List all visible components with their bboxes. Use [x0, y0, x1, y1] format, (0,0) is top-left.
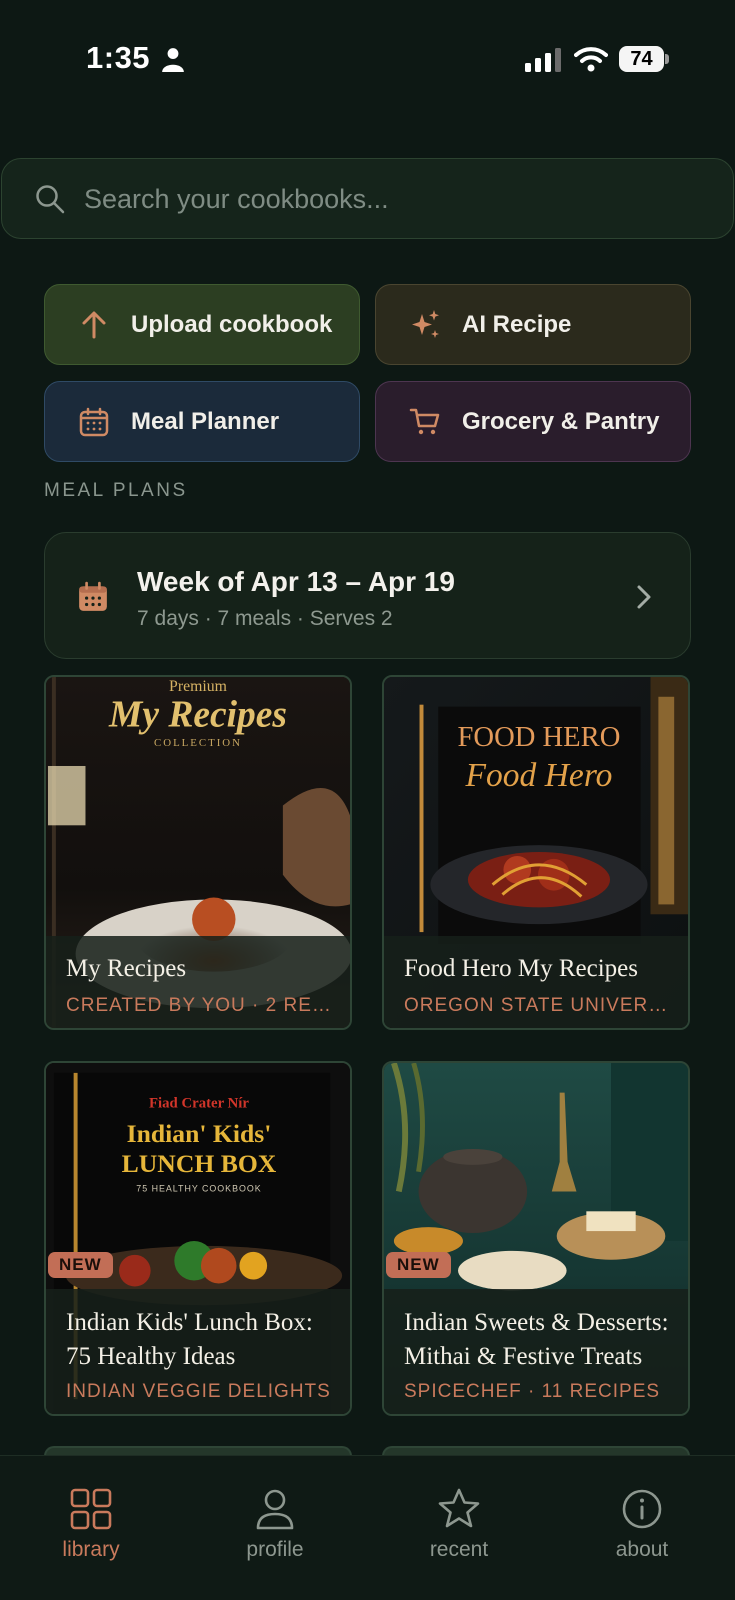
- meal-plan-subtitle: 7 days · 7 meals · Serves 2: [137, 607, 393, 630]
- cover-author-text: Fiad Crater Nír: [149, 1095, 249, 1111]
- person-icon: [256, 1489, 294, 1530]
- meal-planner-label: Meal Planner: [131, 407, 280, 435]
- sparkles-icon: [408, 308, 442, 342]
- meal-plan-card[interactable]: Week of Apr 13 – Apr 19 7 days · 7 meals…: [44, 532, 691, 659]
- cover-subtitle-text: Food Hero: [465, 757, 613, 794]
- cookbook-card[interactable]: FOOD HERO Food Hero Food Hero My Recipes…: [382, 675, 690, 1030]
- cookbook-meta: SPICECHEF · 11 RECIPES: [404, 1381, 661, 1402]
- search-input[interactable]: [84, 177, 684, 221]
- chevron-right-icon: [637, 585, 651, 609]
- cover-title-text: My Recipes: [108, 694, 287, 735]
- grid-icon: [70, 1488, 112, 1530]
- tab-library[interactable]: library: [21, 1486, 161, 1562]
- meal-plan-title: Week of Apr 13 – Apr 19: [137, 566, 455, 597]
- tab-library-label: library: [62, 1538, 120, 1561]
- grocery-pantry-button[interactable]: Grocery & Pantry: [375, 381, 691, 462]
- screen: 1:35 74 Search your cookbooks... Upload …: [0, 0, 735, 1600]
- tab-about-label: about: [615, 1538, 669, 1561]
- cookbook-card[interactable]: Premium My Recipes COLLECTION My Recipes…: [44, 675, 352, 1030]
- status-time: 1:35: [86, 40, 151, 75]
- calendar-icon: [77, 405, 111, 439]
- cookbook-title: My Recipes: [66, 955, 187, 982]
- search-icon: [36, 185, 65, 214]
- cookbook-title: Indian Sweets & Desserts: Mithai & Festi…: [404, 1309, 669, 1370]
- cover-title-line2: LUNCH BOX: [122, 1149, 277, 1178]
- new-badge: NEW: [48, 1252, 113, 1278]
- wifi-icon: [574, 47, 608, 72]
- search-bar[interactable]: [1, 158, 734, 239]
- ai-recipe-button[interactable]: AI Recipe: [375, 284, 691, 365]
- star-icon: [438, 1488, 480, 1528]
- grocery-pantry-label: Grocery & Pantry: [462, 407, 660, 435]
- upload-cookbook-label: Upload cookbook: [131, 310, 333, 338]
- upload-cookbook-button[interactable]: Upload cookbook: [44, 284, 360, 365]
- cover-title-line1: Indian' Kids': [127, 1119, 272, 1148]
- battery-level: 74: [630, 48, 653, 70]
- new-badge: NEW: [386, 1252, 451, 1278]
- arrow-up-icon: [77, 308, 111, 342]
- cart-icon: [408, 405, 442, 439]
- ai-recipe-label: AI Recipe: [462, 310, 572, 338]
- battery-indicator: 74: [619, 46, 669, 72]
- cover-subtitle-text: 75 HEALTHY COOKBOOK: [136, 1184, 261, 1194]
- cover-title-text: FOOD HERO: [458, 721, 621, 753]
- person-icon: [162, 48, 184, 72]
- cookbook-title: Indian Kids' Lunch Box: 75 Healthy Ideas: [66, 1309, 313, 1370]
- tab-profile[interactable]: profile: [205, 1486, 345, 1562]
- tab-profile-label: profile: [246, 1538, 304, 1561]
- cookbook-meta: INDIAN VEGGIE DELIGHTS: [66, 1381, 331, 1402]
- cookbook-meta: OREGON STATE UNIVERSITY: [404, 995, 672, 1016]
- cookbook-card[interactable]: NEW Indian Sweets & Desserts: Mithai & F…: [382, 1061, 690, 1416]
- tab-recent[interactable]: recent: [389, 1486, 529, 1562]
- meal-plans-heading: MEAL PLANS: [44, 480, 188, 501]
- tab-about[interactable]: about: [572, 1486, 712, 1562]
- cover-premium-text: Premium: [169, 678, 228, 695]
- cookbook-title: Food Hero My Recipes: [404, 955, 638, 982]
- tab-bar: library profile recent about: [0, 1455, 735, 1600]
- signal-icon: [525, 48, 561, 72]
- info-icon: [622, 1489, 662, 1529]
- calendar-icon: [79, 581, 107, 611]
- status-bar: 1:35 74: [0, 0, 735, 120]
- tab-recent-label: recent: [429, 1538, 489, 1561]
- cover-collection-text: COLLECTION: [154, 737, 242, 749]
- cookbook-meta: CREATED BY YOU · 2 RECIPES: [66, 995, 334, 1016]
- cookbook-card[interactable]: Fiad Crater Nír Indian' Kids' LUNCH BOX …: [44, 1061, 352, 1416]
- meal-planner-button[interactable]: Meal Planner: [44, 381, 360, 462]
